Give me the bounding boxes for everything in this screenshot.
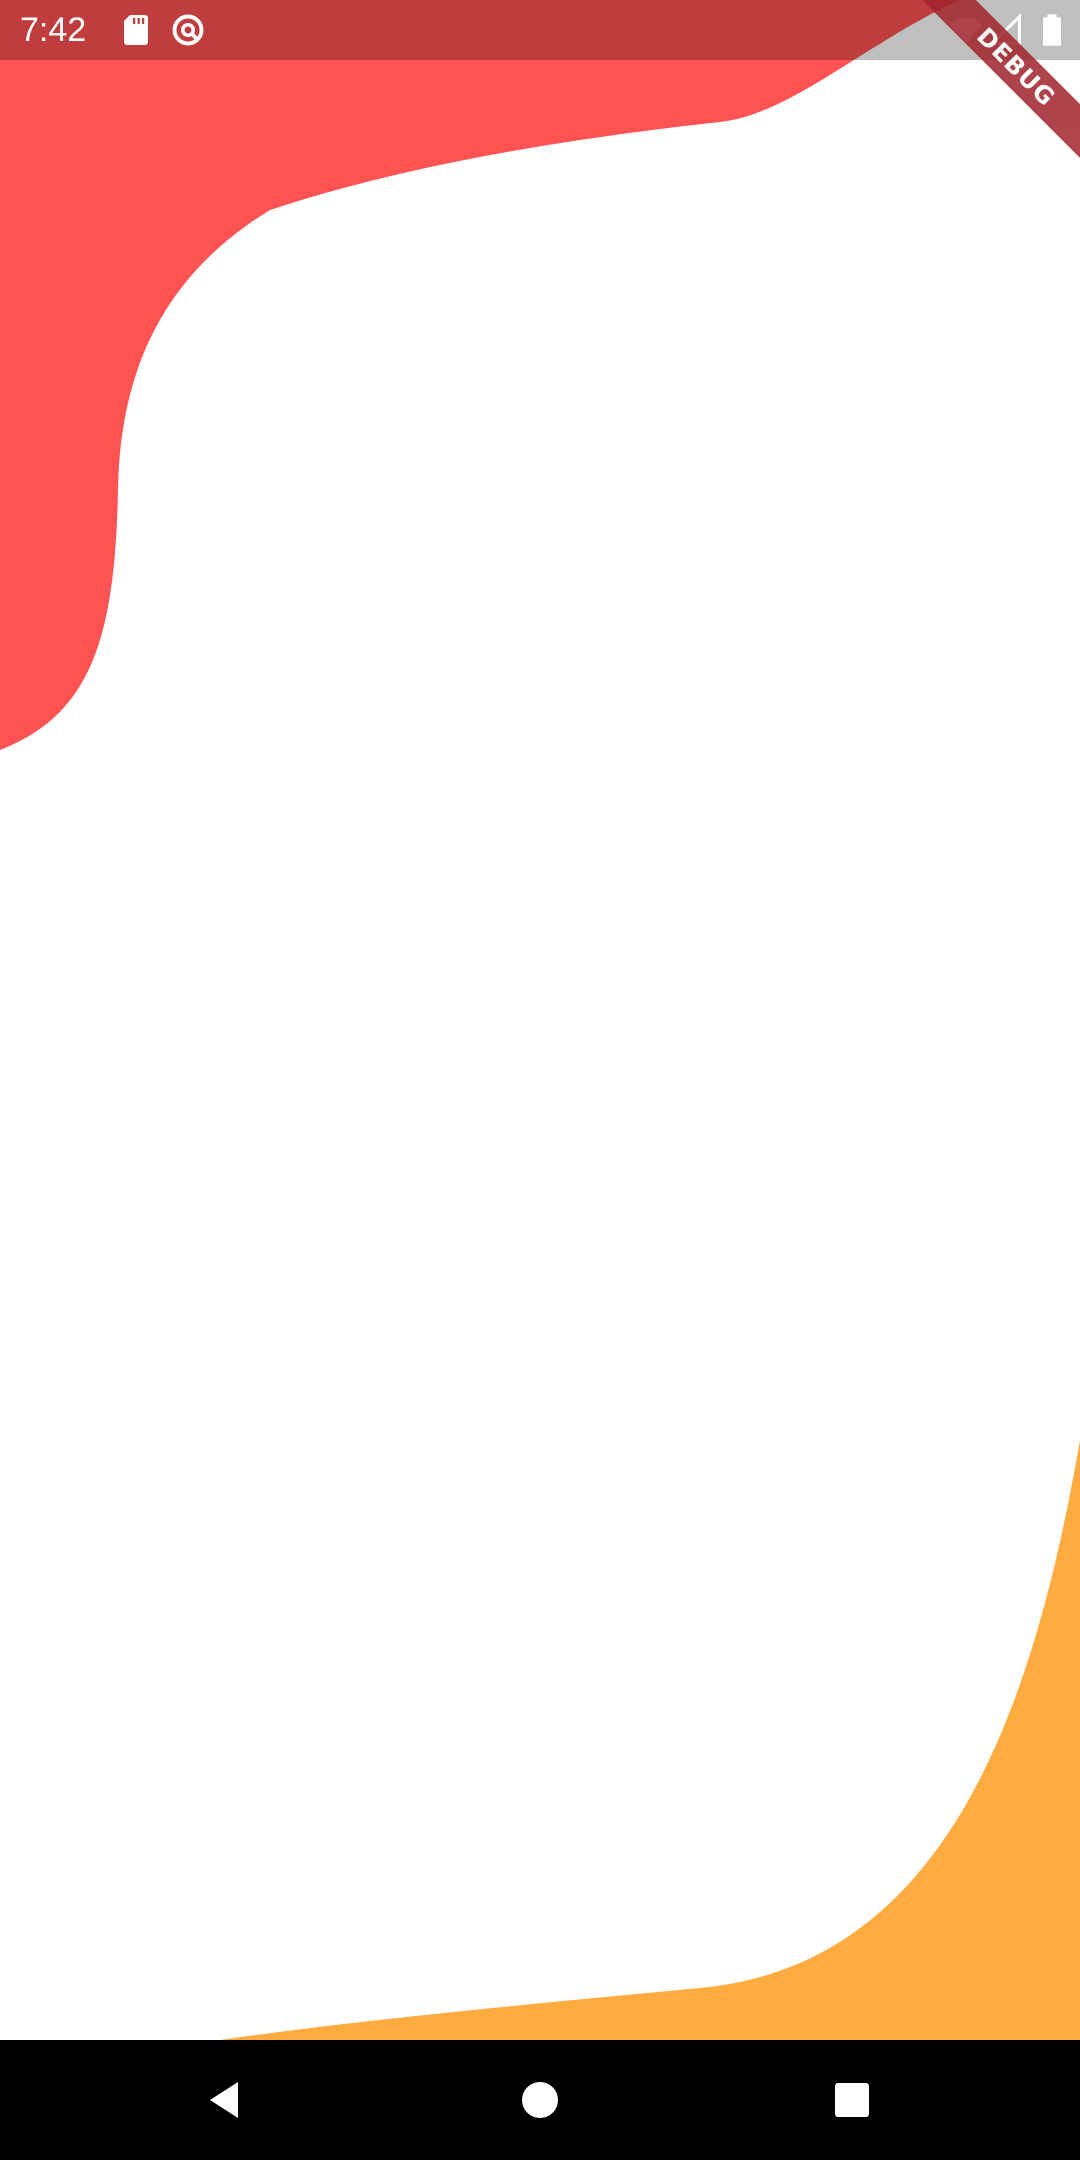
data-saver-icon bbox=[172, 14, 204, 46]
wifi-icon bbox=[949, 17, 983, 44]
recents-square-icon bbox=[835, 2083, 869, 2117]
screen: 7:42 DEBUG bbox=[0, 0, 1080, 2160]
bottom-orange-wave-shape bbox=[220, 1440, 1080, 2040]
top-red-wave-shape bbox=[0, 0, 960, 750]
navigation-bar bbox=[0, 2040, 1080, 2160]
app-canvas bbox=[0, 0, 1080, 2040]
back-button[interactable] bbox=[190, 2064, 262, 2136]
home-circle-icon bbox=[522, 2082, 558, 2118]
battery-icon bbox=[1043, 14, 1061, 46]
home-button[interactable] bbox=[504, 2064, 576, 2136]
sd-card-icon bbox=[124, 15, 148, 45]
status-bar: 7:42 bbox=[0, 0, 1080, 60]
recents-button[interactable] bbox=[816, 2064, 888, 2136]
decorative-wave-shapes bbox=[0, 0, 1080, 2040]
cell-signal-icon bbox=[988, 12, 1021, 45]
status-time: 7:42 bbox=[20, 11, 87, 49]
back-triangle-icon bbox=[210, 2082, 238, 2118]
